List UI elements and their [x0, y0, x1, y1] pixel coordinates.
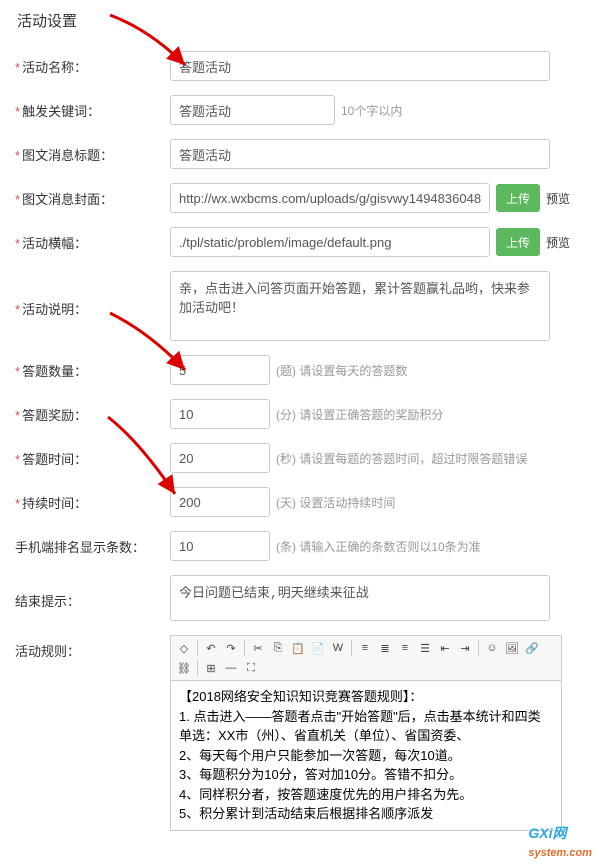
image-icon[interactable]: 🖼 — [503, 639, 521, 657]
rules-content[interactable]: 【2018网络安全知识知识竞赛答题规则】： 1. 点击进入——答题者点击"开始答… — [171, 681, 561, 830]
desc-textarea[interactable]: 亲，点击进入问答页面开始答题，累计答题赢礼品哟，快来参加活动吧！ — [170, 271, 550, 341]
hr-icon[interactable]: — — [222, 659, 240, 677]
field-label-rank: 手机端排名显示条数： — [15, 531, 170, 556]
link-icon[interactable]: 🔗 — [523, 639, 541, 657]
undo-icon[interactable]: ↶ — [202, 639, 220, 657]
paste-icon[interactable]: 📋 — [289, 639, 307, 657]
msgtitle-input[interactable] — [170, 139, 550, 169]
banner-upload-button[interactable]: 上传 — [496, 228, 540, 256]
reward-hint: (分) 请设置正确答题的奖励积分 — [276, 406, 443, 423]
cover-preview-link[interactable]: 预览 — [546, 190, 570, 207]
duration-input[interactable] — [170, 487, 270, 517]
align-left-icon[interactable]: ≡ — [356, 639, 374, 657]
align-center-icon[interactable]: ≣ — [376, 639, 394, 657]
align-justify-icon[interactable]: ☰ — [416, 639, 434, 657]
field-label-endtip: 结束提示： — [15, 575, 170, 610]
cover-upload-button[interactable]: 上传 — [496, 184, 540, 212]
field-label-cover: *图文消息封面： — [15, 183, 170, 208]
redo-icon[interactable]: ↷ — [222, 639, 240, 657]
paste-plain-icon[interactable]: 📄 — [309, 639, 327, 657]
source-icon[interactable]: ◇ — [175, 639, 193, 657]
duration-hint: (天) 设置活动持续时间 — [276, 494, 395, 511]
cover-input[interactable] — [170, 183, 490, 213]
banner-preview-link[interactable]: 预览 — [546, 234, 570, 251]
count-input[interactable] — [170, 355, 270, 385]
field-label-reward: *答题奖励： — [15, 399, 170, 424]
name-input[interactable] — [170, 51, 550, 81]
indent-right-icon[interactable]: ⇥ — [456, 639, 474, 657]
page-title: 活动设置 — [15, 10, 585, 31]
endtip-textarea[interactable]: 今日问题已结束,明天继续来征战 — [170, 575, 550, 621]
field-label-duration: *持续时间： — [15, 487, 170, 512]
reward-input[interactable] — [170, 399, 270, 429]
field-label-keyword: *触发关键词： — [15, 95, 170, 120]
rank-input[interactable] — [170, 531, 270, 561]
qtime-hint: (秒) 请设置每题的答题时间，超过时限答题错误 — [276, 450, 527, 467]
watermark: GXi网 system.com — [528, 823, 592, 859]
keyword-input[interactable] — [170, 95, 335, 125]
banner-input[interactable] — [170, 227, 490, 257]
cut-icon[interactable]: ✂ — [249, 639, 267, 657]
field-label-qtime: *答题时间： — [15, 443, 170, 468]
keyword-hint: 10个字以内 — [341, 102, 402, 119]
field-label-name: *活动名称： — [15, 51, 170, 76]
field-label-msgtitle: *图文消息标题： — [15, 139, 170, 164]
qtime-input[interactable] — [170, 443, 270, 473]
field-label-count: *答题数量： — [15, 355, 170, 380]
indent-left-icon[interactable]: ⇤ — [436, 639, 454, 657]
unlink-icon[interactable]: ⛓ — [175, 659, 193, 677]
fullscreen-icon[interactable]: ⛶ — [242, 659, 260, 677]
emoji-icon[interactable]: ☺ — [483, 639, 501, 657]
rules-editor: ◇ ↶ ↷ ✂ ⎘ 📋 📄 W ≡ ≣ ≡ ☰ ⇤ ⇥ — [170, 635, 562, 831]
rank-hint: (条) 请输入正确的条数否则以10条为准 — [276, 538, 481, 555]
field-label-banner: *活动横幅： — [15, 227, 170, 252]
copy-icon[interactable]: ⎘ — [269, 639, 287, 657]
count-hint: (题) 请设置每天的答题数 — [276, 362, 407, 379]
table-icon[interactable]: ⊞ — [202, 659, 220, 677]
align-right-icon[interactable]: ≡ — [396, 639, 414, 657]
editor-toolbar: ◇ ↶ ↷ ✂ ⎘ 📋 📄 W ≡ ≣ ≡ ☰ ⇤ ⇥ — [171, 636, 561, 681]
field-label-desc: *活动说明： — [15, 271, 170, 318]
field-label-rules: 活动规则： — [15, 635, 170, 660]
paste-word-icon[interactable]: W — [329, 639, 347, 657]
